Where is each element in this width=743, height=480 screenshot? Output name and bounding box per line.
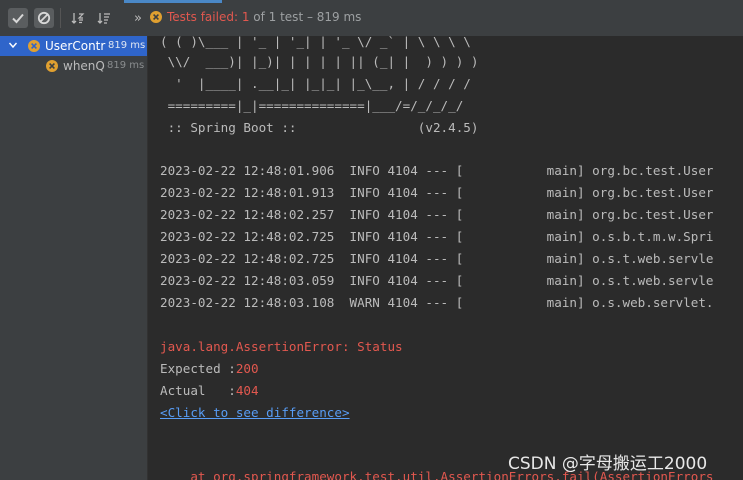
toolbar-separator	[60, 8, 61, 28]
log-line: 2023-02-22 12:48:03.108 WARN 4104 --- [ …	[160, 295, 714, 310]
test-tree: UserContr 819 ms whenQ 819 ms	[0, 36, 148, 480]
actual-value: 404	[235, 383, 259, 398]
log-line: 2023-02-22 12:48:02.725 INFO 4104 --- [ …	[160, 251, 714, 266]
log-line: 2023-02-22 12:48:01.906 INFO 4104 --- [ …	[160, 163, 714, 178]
expected-label: Expected :	[160, 361, 236, 376]
tree-item-test-class[interactable]: UserContr 819 ms	[0, 36, 147, 56]
watermark: CSDN @字母搬运工2000	[508, 454, 708, 474]
log-line: 2023-02-22 12:48:02.257 INFO 4104 --- [ …	[160, 207, 714, 222]
ignored-icon	[37, 11, 51, 25]
sort-duration-icon	[97, 13, 110, 24]
show-ignored-button[interactable]	[34, 8, 54, 28]
tab-accent-bar	[124, 0, 222, 3]
log-line: 2023-02-22 12:48:03.059 INFO 4104 --- [ …	[160, 273, 714, 288]
status-suffix: of 1 test – 819 ms	[249, 10, 362, 24]
actual-label: Actual :	[160, 383, 236, 398]
assertion-error: java.lang.AssertionError: Status	[160, 339, 403, 354]
tree-item-label: UserContr	[45, 39, 106, 53]
test-runner-toolbar: » Tests failed: 1 of 1 test – 819 ms	[0, 0, 743, 37]
banner-line: \\/ ___)| |_)| | | | | || (_| | ) ) ) )	[160, 54, 479, 69]
test-status: Tests failed: 1 of 1 test – 819 ms	[150, 10, 361, 24]
test-failed-icon	[28, 40, 40, 52]
tree-item-time: 819 ms	[107, 60, 145, 71]
check-icon	[12, 13, 24, 24]
status-prefix: Tests failed:	[167, 10, 242, 24]
banner-line: =========|_|==============|___/=/_/_/_/	[160, 98, 464, 113]
tree-item-label: whenQ	[63, 59, 105, 73]
sort-alpha-icon	[71, 13, 85, 24]
log-line: 2023-02-22 12:48:02.725 INFO 4104 --- [ …	[160, 229, 714, 244]
show-passed-button[interactable]	[8, 8, 28, 28]
spring-boot-version: :: Spring Boot :: (v2.4.5)	[160, 120, 479, 135]
console-output[interactable]: ( ( )\___ | '_ | '_| | '_ \/ _` | \ \ \ …	[148, 36, 743, 480]
tree-item-time: 819 ms	[108, 40, 146, 51]
banner-line: ( ( )\___ | '_ | '_| | '_ \/ _` | \ \ \ …	[160, 36, 471, 49]
actual-line: Actual :404	[160, 383, 259, 399]
test-failed-icon	[46, 60, 58, 72]
expected-line: Expected :200	[160, 361, 259, 377]
more-actions-button[interactable]: »	[128, 8, 148, 28]
sort-by-duration-button[interactable]	[94, 8, 114, 28]
banner-line: ' |____| .__|_| |_|_| |_\__, | / / / /	[160, 76, 471, 91]
log-line: 2023-02-22 12:48:01.913 INFO 4104 --- [ …	[160, 185, 714, 200]
see-difference-link[interactable]: <Click to see difference>	[160, 405, 350, 421]
sort-alphabetically-button[interactable]	[68, 8, 88, 28]
chevron-down-icon	[8, 42, 18, 49]
test-failed-icon	[150, 11, 162, 23]
expected-value: 200	[235, 361, 259, 376]
tree-item-test-method[interactable]: whenQ 819 ms	[0, 56, 147, 76]
